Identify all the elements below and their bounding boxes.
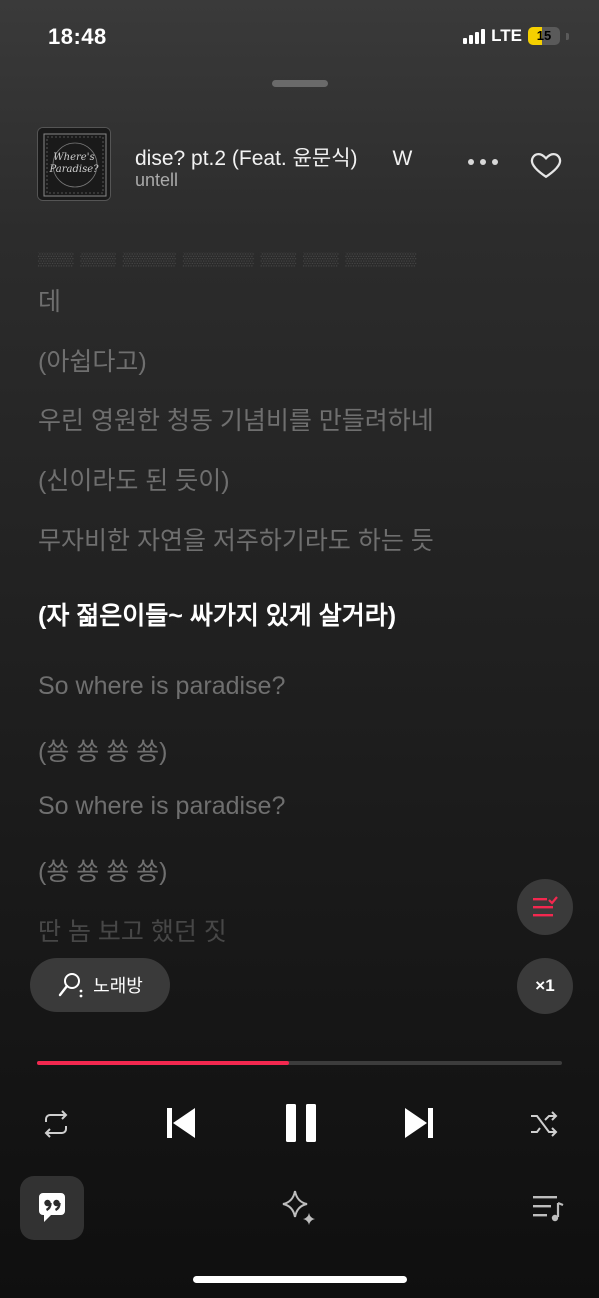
- quote-bubble-icon: [39, 1193, 65, 1222]
- skip-forward-icon: [405, 1108, 433, 1138]
- lyric-line[interactable]: (아쉽다고): [38, 342, 147, 378]
- status-indicators: LTE 15: [463, 26, 569, 46]
- shuffle-icon: [531, 1111, 558, 1137]
- lyric-line[interactable]: So where is paradise?: [38, 792, 285, 821]
- lyric-line[interactable]: 우린 영원한 청동 기념비를 만들려하네: [38, 401, 434, 437]
- checklist-icon: [533, 896, 558, 917]
- album-art[interactable]: Where's Paradise?: [37, 127, 111, 201]
- lyric-line[interactable]: 무자비한 자연을 저주하기라도 하는 듯: [38, 521, 434, 557]
- repeat-icon: [44, 1110, 68, 1138]
- album-art-text-1: Where's: [53, 152, 95, 163]
- next-track-button[interactable]: [396, 1100, 442, 1146]
- lyrics-queue-button[interactable]: [517, 879, 573, 935]
- skip-back-icon: [167, 1108, 195, 1138]
- karaoke-button[interactable]: 노래방: [30, 958, 170, 1012]
- battery-level: 15: [536, 28, 552, 43]
- lyric-line[interactable]: (쑝 쑝 쑝 쑝): [38, 732, 168, 768]
- lyrics-panel[interactable]: ▒▒ ▒▒ ▒▒▒ ▒▒▒▒ ▒▒ ▒▒ ▒▒▒▒ 데 (아쉽다고) 우린 영원…: [0, 240, 599, 960]
- artist-name[interactable]: untell: [135, 170, 178, 191]
- album-art-text-2: Paradise?: [49, 164, 99, 175]
- home-indicator[interactable]: [193, 1276, 407, 1283]
- lyric-line-active[interactable]: (자 젊은이들~ 싸가지 있게 살거라): [38, 596, 396, 632]
- lyrics-talk-button[interactable]: [20, 1176, 84, 1240]
- sheet-drag-handle[interactable]: [272, 80, 328, 87]
- pause-icon: [286, 1104, 316, 1142]
- previous-track-button[interactable]: [158, 1100, 204, 1146]
- microphone-icon: [58, 973, 83, 998]
- progress-bar[interactable]: [37, 1061, 562, 1065]
- more-options-button[interactable]: [466, 150, 500, 174]
- song-title[interactable]: dise? pt.2 (Feat. 윤문식) W: [135, 142, 455, 172]
- more-dots-icon: [468, 159, 498, 165]
- network-type: LTE: [491, 26, 522, 45]
- heart-icon: [530, 152, 562, 179]
- karaoke-label: 노래방: [93, 976, 143, 996]
- playlist-button[interactable]: [528, 1190, 568, 1226]
- battery-icon: 15: [528, 27, 560, 45]
- shuffle-button[interactable]: [524, 1104, 564, 1144]
- status-time: 18:48: [48, 24, 107, 49]
- progress-fill: [37, 1061, 289, 1065]
- pause-button[interactable]: [276, 1098, 326, 1148]
- repeat-button[interactable]: [36, 1104, 76, 1144]
- signal-icon: [463, 28, 486, 44]
- ai-sparkle-button[interactable]: [278, 1186, 320, 1228]
- lyric-line[interactable]: 딴 놈 보고 했던 짓: [38, 912, 227, 948]
- playlist-icon: [533, 1196, 564, 1222]
- lyric-line[interactable]: 데: [38, 282, 61, 318]
- lyric-line[interactable]: (쑝 쑝 쑝 쑝): [38, 852, 168, 888]
- like-button[interactable]: [528, 147, 564, 181]
- lyric-line[interactable]: So where is paradise?: [38, 672, 285, 701]
- playback-speed-button[interactable]: ×1: [517, 958, 573, 1014]
- sparkle-icon: [282, 1190, 315, 1225]
- lyric-line-cut: ▒▒ ▒▒ ▒▒▒ ▒▒▒▒ ▒▒ ▒▒ ▒▒▒▒: [38, 252, 417, 266]
- lyric-line[interactable]: (신이라도 된 듯이): [38, 461, 230, 497]
